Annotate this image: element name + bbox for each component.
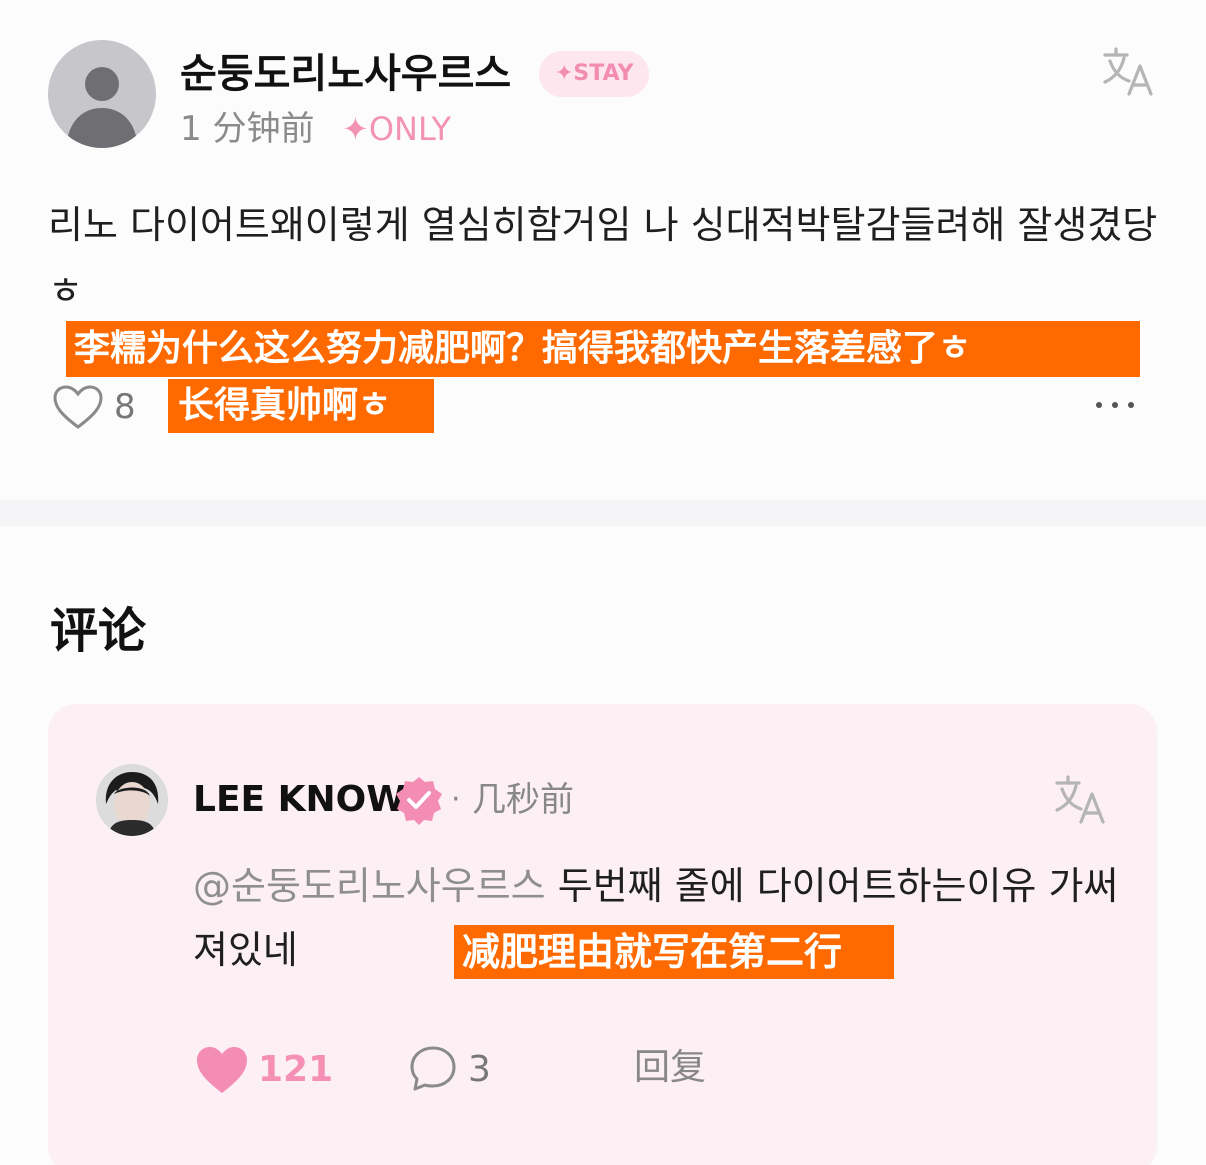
verified-badge-icon: [396, 777, 442, 825]
translation-caption-line-1: 李糯为什么这么努力减肥啊？搞得我都快产生落差感了ㅎ: [66, 321, 1140, 377]
post-author-name[interactable]: 순둥도리노사우르스: [180, 46, 511, 102]
stay-badge: ✦STAY: [539, 51, 650, 97]
profile-photo-icon: [96, 764, 168, 836]
more-dots-icon[interactable]: [1096, 402, 1134, 408]
comment-like-count: 121: [258, 1049, 334, 1090]
section-divider: [0, 500, 1206, 526]
comments-heading: 评论: [50, 603, 147, 659]
heart-outline-icon[interactable]: [52, 384, 104, 430]
comment-reply-count: 3: [468, 1049, 491, 1090]
post-timestamp: 1 分钟前: [180, 109, 315, 149]
heart-filled-icon[interactable]: [194, 1044, 250, 1096]
speech-bubble-icon[interactable]: [408, 1044, 458, 1094]
only-tag: ✦ONLY: [342, 110, 452, 148]
post-body-text: 리노 다이어트왜이렇게 열심히함거임 나 싱대적박탈감들려해 잘생겼당ㅎ: [48, 203, 1158, 313]
mention-link[interactable]: @순둥도리노사우르스: [193, 864, 546, 908]
comment-author-name[interactable]: LEE KNOW: [193, 776, 406, 824]
reply-button[interactable]: 回复: [634, 1042, 706, 1094]
translate-icon[interactable]: [1054, 774, 1106, 826]
post-detail-screen: 순둥도리노사우르스 ✦STAY 1 分钟前 ✦ONLY 리노 다이어트왜이렇게 …: [0, 0, 1206, 1165]
comment-translation-caption: 减肥理由就写在第二行: [454, 925, 894, 979]
comment-meta-separator: ·: [451, 782, 461, 817]
comment-timestamp: 几秒前: [472, 780, 574, 820]
default-avatar-icon: [66, 67, 138, 148]
translate-icon[interactable]: [1102, 46, 1154, 98]
translation-caption-line-2: 长得真帅啊ㅎ: [168, 379, 434, 433]
user-avatar[interactable]: [48, 40, 156, 148]
post-like-count: 8: [114, 387, 136, 427]
comment-author-avatar[interactable]: [96, 764, 168, 836]
